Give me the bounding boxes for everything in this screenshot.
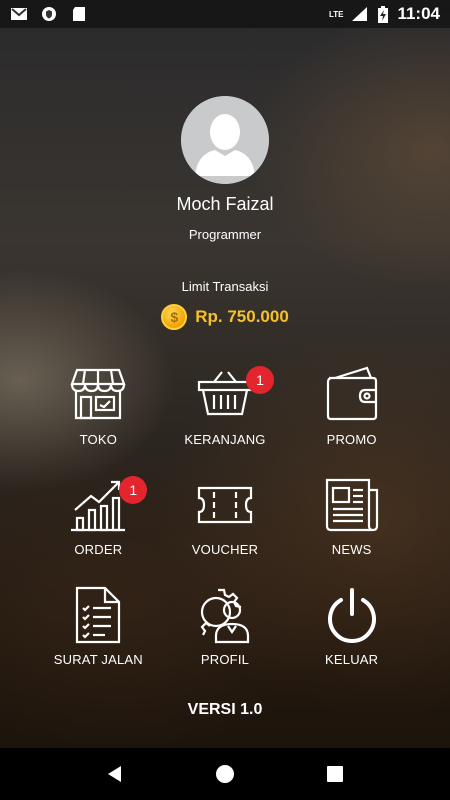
clock: 11:04 xyxy=(397,4,440,23)
menu-profil[interactable]: PROFIL xyxy=(162,586,289,672)
menu-surat-jalan[interactable]: SURAT JALAN xyxy=(35,586,162,672)
power-icon xyxy=(323,586,381,644)
battery-charging-icon xyxy=(377,6,389,23)
signal-icon xyxy=(351,6,369,22)
recents-icon[interactable] xyxy=(323,762,347,786)
cart-badge: 1 xyxy=(245,366,274,394)
gmail-icon xyxy=(10,6,28,22)
system-nav-bar xyxy=(0,748,450,800)
order-badge: 1 xyxy=(119,476,148,504)
limit-value: Rp. 750.000 xyxy=(195,307,289,326)
menu-label: VOUCHER xyxy=(191,542,259,557)
profile-settings-icon xyxy=(196,586,254,644)
menu-toko[interactable]: TOKO xyxy=(35,366,162,452)
back-icon[interactable] xyxy=(103,762,127,786)
menu-keluar[interactable]: KELUAR xyxy=(288,586,415,672)
person-avatar-icon[interactable] xyxy=(181,96,269,184)
profile-section: Moch Faizal Programmer Limit Transaksi $… xyxy=(0,96,450,330)
coin-icon: $ xyxy=(161,304,188,330)
menu-label: ORDER xyxy=(74,542,123,557)
profile-role: Programmer xyxy=(188,227,262,242)
basket-icon: 1 xyxy=(196,366,274,424)
sd-card-icon xyxy=(70,6,88,22)
menu-news[interactable]: NEWS xyxy=(288,476,415,562)
ticket-icon xyxy=(196,476,254,534)
checklist-document-icon xyxy=(69,586,127,644)
menu-voucher[interactable]: VOUCHER xyxy=(162,476,289,562)
menu-order[interactable]: 1 ORDER xyxy=(35,476,162,562)
menu-label: KELUAR xyxy=(325,652,379,667)
menu-label: TOKO xyxy=(79,432,118,447)
app-version: VERSI 1.0 xyxy=(187,701,263,718)
menu-label: SURAT JALAN xyxy=(53,652,143,667)
menu-label: PROMO xyxy=(326,432,377,447)
menu-label: PROFIL xyxy=(200,652,250,667)
shield-icon xyxy=(40,6,58,22)
menu-label: KERANJANG xyxy=(184,432,266,447)
menu-label: NEWS xyxy=(331,542,372,557)
store-icon xyxy=(69,366,127,424)
profile-name: Moch Faizal xyxy=(176,194,274,214)
limit-row: $ Rp. 750.000 xyxy=(0,304,450,330)
network-type: LTE xyxy=(328,9,344,19)
menu-promo[interactable]: PROMO xyxy=(288,366,415,452)
growth-chart-icon: 1 xyxy=(69,476,148,534)
wallet-icon xyxy=(323,366,381,424)
newspaper-icon xyxy=(323,476,381,534)
home-icon[interactable] xyxy=(213,762,237,786)
limit-label: Limit Transaksi xyxy=(181,279,269,294)
menu-grid: TOKO 1 KERANJANG PROMO 1 ORDER VOUCHER N… xyxy=(35,366,415,672)
menu-keranjang[interactable]: 1 KERANJANG xyxy=(162,366,289,452)
status-bar: LTE 11:04 xyxy=(0,0,450,28)
